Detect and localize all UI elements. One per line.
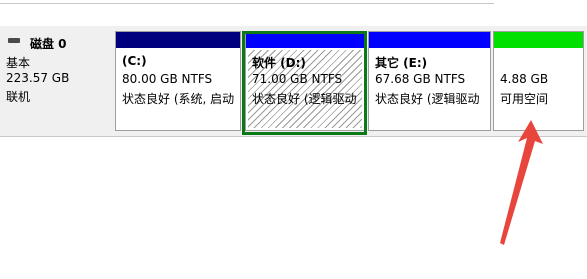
partition-e-label: 其它 (E:) — [375, 56, 428, 70]
partition-c-label: (C:) — [122, 54, 147, 68]
unallocated-partition[interactable]: 4.88 GB 可用空间 — [493, 31, 584, 131]
partition-d-status: 状态良好 (逻辑驱动 — [252, 92, 357, 106]
partition-d-size: 71.00 GB NTFS — [252, 72, 343, 86]
disk-info-panel[interactable]: 磁盘 0 基本 223.57 GB 联机 — [0, 27, 112, 135]
partition-d-body: 软件 (D:) 71.00 GB NTFS 状态良好 (逻辑驱动 — [248, 50, 362, 128]
partition-c-bar — [116, 32, 240, 48]
arrow-shape — [500, 120, 543, 245]
partition-e[interactable]: 其它 (E:) 67.68 GB NTFS 状态良好 (逻辑驱动 — [368, 31, 491, 131]
disk-type: 基本 — [6, 56, 31, 70]
unallocated-body: 4.88 GB 可用空间 — [496, 50, 581, 128]
partition-e-bar — [369, 32, 490, 48]
partition-c-body: (C:) 80.00 GB NTFS 状态良好 (系统, 启动 — [118, 50, 238, 128]
partition-d-bar — [246, 32, 364, 48]
partition-e-size: 67.68 GB NTFS — [375, 72, 466, 86]
unallocated-status: 可用空间 — [500, 92, 549, 106]
partition-c[interactable]: (C:) 80.00 GB NTFS 状态良好 (系统, 启动 — [115, 31, 241, 131]
partition-e-body: 其它 (E:) 67.68 GB NTFS 状态良好 (逻辑驱动 — [371, 50, 488, 128]
partition-c-size: 80.00 GB NTFS — [122, 72, 213, 86]
partition-e-status: 状态良好 (逻辑驱动 — [375, 92, 480, 106]
partition-c-status: 状态良好 (系统, 启动 — [122, 92, 235, 106]
disk-size: 223.57 GB — [6, 71, 70, 85]
partition-d[interactable]: 软件 (D:) 71.00 GB NTFS 状态良好 (逻辑驱动 — [245, 31, 365, 131]
unallocated-size: 4.88 GB — [500, 72, 549, 86]
annotation-arrow-icon — [500, 120, 543, 245]
partition-d-label: 软件 (D:) — [252, 56, 306, 70]
disk-status: 联机 — [6, 90, 31, 104]
unallocated-bar — [494, 32, 583, 48]
top-divider — [0, 3, 494, 4]
disk-icon — [8, 38, 20, 43]
disk-title: 磁盘 0 — [30, 37, 67, 51]
